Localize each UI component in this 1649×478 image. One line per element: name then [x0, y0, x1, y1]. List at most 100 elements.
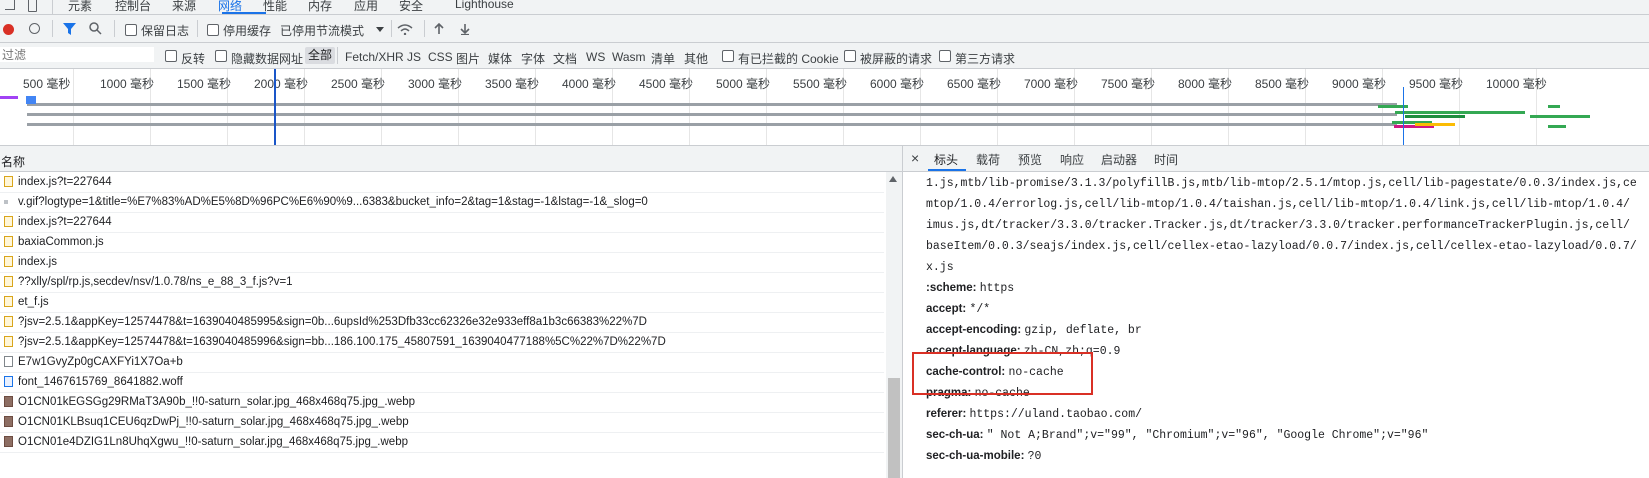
tab-preview[interactable]: 预览	[1018, 151, 1042, 168]
request-name: index.js?t=227644	[18, 176, 112, 188]
header-line: 1.js,mtb/lib-promise/3.1.3/polyfillB.js,…	[926, 177, 1637, 190]
header-line: mtop/1.0.4/errorlog.js,cell/lib-mtop/1.0…	[926, 198, 1630, 211]
throttle-select[interactable]: 已停用节流模式	[280, 22, 364, 39]
timeline-tick-label: 1500 毫秒	[177, 77, 232, 91]
request-row[interactable]: index.js?t=227644	[0, 212, 884, 233]
header-name: :scheme:	[926, 282, 980, 294]
tab-performance[interactable]: 性能	[263, 0, 287, 14]
search-icon[interactable]	[89, 22, 102, 35]
header-value: gzip, deflate, br	[1024, 324, 1142, 337]
tab-memory[interactable]: 内存	[308, 0, 332, 14]
filter-input[interactable]	[0, 47, 154, 62]
disable-cache-checkbox[interactable]	[207, 24, 219, 36]
request-row[interactable]: baxiaCommon.js	[0, 232, 884, 253]
close-icon[interactable]: ×	[911, 150, 919, 166]
import-har-icon[interactable]	[434, 23, 444, 35]
timeline-tick-label: 4000 毫秒	[562, 77, 617, 91]
request-row[interactable]: E7w1GvyZp0gCAXFYi1X7Oa+b	[0, 352, 884, 373]
timeline-tick-label: 3000 毫秒	[408, 77, 463, 91]
overview-bar	[27, 123, 1397, 126]
request-row[interactable]: index.js	[0, 252, 884, 273]
timeline-tick-label: 8000 毫秒	[1178, 77, 1233, 91]
timeline-tick-label: 6500 毫秒	[947, 77, 1002, 91]
tab-application[interactable]: 应用	[354, 0, 378, 14]
timeline-tick-label: 7500 毫秒	[1101, 77, 1156, 91]
tab-initiator[interactable]: 启动器	[1101, 151, 1137, 168]
hide-data-urls-checkbox[interactable]	[215, 50, 227, 62]
divider	[337, 47, 338, 64]
network-toolbar: 保留日志 停用缓存 已停用节流模式	[0, 15, 1649, 43]
tab-elements[interactable]: 元素	[68, 0, 92, 14]
type-filter-font[interactable]: 字体	[521, 50, 545, 67]
chevron-down-icon[interactable]	[376, 27, 384, 32]
header-value: https://uland.taobao.com/	[969, 408, 1142, 421]
overview-bar	[0, 96, 18, 99]
request-row[interactable]: O1CN01kEGSGg29RMaT3A90b_!!0-saturn_solar…	[0, 392, 884, 413]
type-filter-other[interactable]: 其他	[684, 50, 708, 67]
type-filter-css[interactable]: CSS	[428, 50, 453, 64]
tab-headers[interactable]: 标头	[934, 151, 958, 168]
dom-content-loaded-marker	[274, 69, 276, 145]
type-filter-doc[interactable]: 文档	[553, 50, 577, 67]
tab-security[interactable]: 安全	[399, 0, 423, 14]
header-name: accept:	[926, 303, 970, 315]
preserve-log-checkbox[interactable]	[125, 24, 137, 36]
scroll-up-icon[interactable]	[889, 176, 897, 182]
export-har-icon[interactable]	[460, 23, 470, 35]
blocked-cookies-checkbox[interactable]	[722, 50, 734, 62]
tab-response[interactable]: 响应	[1060, 151, 1084, 168]
request-row[interactable]: ??xlly/spl/rp.js,secdev/nsv/1.0.78/ns_e_…	[0, 272, 884, 293]
request-row[interactable]: et_f.js	[0, 292, 884, 313]
timeline-tick-label: 3500 毫秒	[485, 77, 540, 91]
scrollbar-thumb[interactable]	[888, 378, 900, 478]
header-line: sec-ch-ua: " Not A;Brand";v="99", "Chrom…	[926, 429, 1428, 442]
header-value: 1.js,mtb/lib-promise/3.1.3/polyfillB.js,…	[926, 177, 1637, 190]
request-row[interactable]: index.js?t=227644	[0, 172, 884, 193]
device-toolbar-icon[interactable]	[28, 0, 37, 12]
request-row[interactable]: O1CN01e4DZIG1Ln8UhqXgwu_!!0-saturn_solar…	[0, 432, 884, 453]
request-row[interactable]: ?jsv=2.5.1&appKey=12574478&t=16390404859…	[0, 332, 884, 353]
request-name: O1CN01KLBsuq1CEU6qzDwPj_!!0-saturn_solar…	[18, 416, 409, 428]
highlight-box	[912, 352, 1093, 395]
request-name: et_f.js	[18, 296, 49, 308]
type-filter-ws[interactable]: WS	[586, 50, 605, 64]
request-row[interactable]: O1CN01KLBsuq1CEU6qzDwPj_!!0-saturn_solar…	[0, 412, 884, 433]
tab-console[interactable]: 控制台	[115, 0, 151, 14]
header-name: accept-encoding:	[926, 324, 1025, 336]
request-name: E7w1GvyZp0gCAXFYi1X7Oa+b	[18, 356, 183, 368]
file-type-icon	[4, 356, 13, 367]
type-filter-media[interactable]: 媒体	[488, 50, 512, 67]
tab-lighthouse[interactable]: Lighthouse	[455, 0, 514, 11]
record-icon[interactable]	[3, 24, 14, 35]
invert-checkbox[interactable]	[165, 50, 177, 62]
type-filter-all[interactable]: 全部	[305, 47, 336, 64]
request-row[interactable]: v.gif?logtype=1&title=%E7%83%AD%E5%8D%96…	[0, 192, 884, 213]
tab-payload[interactable]: 载荷	[976, 151, 1000, 168]
type-filter-js[interactable]: JS	[407, 50, 421, 64]
overview-bar	[1405, 115, 1465, 118]
request-row[interactable]: font_1467615769_8641882.woff	[0, 372, 884, 393]
type-filter-wasm[interactable]: Wasm	[612, 50, 646, 64]
third-party-checkbox[interactable]	[939, 50, 951, 62]
timeline-tick-label: 2000 毫秒	[254, 77, 309, 91]
type-filter-img[interactable]: 图片	[456, 50, 480, 67]
type-filter-manifest[interactable]: 清单	[651, 50, 675, 67]
network-overview[interactable]: 500 毫秒 1000 毫秒 1500 毫秒 2000 毫秒 2500 毫秒 3000 毫…	[0, 69, 1649, 146]
hide-data-urls-label: 隐藏数据网址	[231, 52, 304, 66]
timeline-tick-label: 6000 毫秒	[870, 77, 925, 91]
blocked-cookies-label: 有已拦截的 Cookie	[738, 52, 839, 66]
inspect-element-icon[interactable]	[5, 0, 15, 10]
filter-icon[interactable]	[63, 23, 76, 35]
blocked-requests-checkbox[interactable]	[844, 50, 856, 62]
type-filter-xhr[interactable]: Fetch/XHR	[345, 50, 404, 64]
tab-sources[interactable]: 来源	[172, 0, 196, 14]
name-column-header[interactable]: 名称	[1, 153, 25, 170]
header-value: */*	[969, 303, 991, 316]
request-name: baxiaCommon.js	[18, 236, 104, 248]
clear-icon[interactable]	[29, 23, 40, 34]
header-line: accept: */*	[926, 303, 990, 316]
tab-timing[interactable]: 时间	[1154, 151, 1178, 168]
request-row[interactable]: ?jsv=2.5.1&appKey=12574478&t=16390404859…	[0, 312, 884, 333]
detail-tab-bar: × 标头 载荷 预览 响应 启动器 时间	[903, 146, 1649, 172]
network-conditions-icon[interactable]	[397, 23, 413, 35]
